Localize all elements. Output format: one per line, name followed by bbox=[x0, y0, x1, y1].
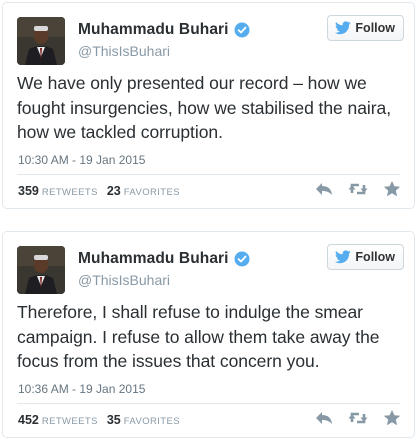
avatar-portrait-image bbox=[17, 246, 65, 294]
author-name[interactable]: Muhammadu Buhari bbox=[78, 250, 229, 268]
twitter-bird-icon bbox=[335, 21, 352, 35]
retweets-label[interactable]: RETWEETS bbox=[42, 187, 98, 198]
author-block: Muhammadu Buhari @ThisIsBuhari bbox=[78, 21, 250, 59]
tweet-timestamp[interactable]: 10:30 AM - 19 Jan 2015 bbox=[18, 153, 145, 167]
tweet-card: Muhammadu Buhari @ThisIsBuhari Follow We… bbox=[2, 2, 415, 209]
retweet-icon[interactable] bbox=[348, 409, 368, 427]
author-name[interactable]: Muhammadu Buhari bbox=[78, 21, 229, 39]
tweet-timestamp[interactable]: 10:36 AM - 19 Jan 2015 bbox=[18, 382, 145, 396]
author-handle[interactable]: @ThisIsBuhari bbox=[78, 43, 250, 59]
favorite-icon[interactable] bbox=[382, 409, 402, 427]
verified-badge-icon bbox=[234, 251, 250, 267]
twitter-bird-icon bbox=[335, 250, 352, 264]
divider bbox=[17, 174, 400, 175]
tweet-stats: 359 RETWEETS 23 FAVORITES bbox=[18, 184, 186, 198]
reply-icon[interactable] bbox=[314, 409, 334, 427]
avatar[interactable] bbox=[17, 246, 65, 294]
verified-badge-icon bbox=[234, 22, 250, 38]
tweet-actions bbox=[314, 180, 402, 198]
avatar-portrait-image bbox=[17, 17, 65, 65]
follow-label: Follow bbox=[355, 250, 395, 264]
follow-button[interactable]: Follow bbox=[327, 15, 404, 41]
author-handle[interactable]: @ThisIsBuhari bbox=[78, 272, 250, 288]
retweet-count[interactable]: 359 bbox=[18, 184, 39, 198]
follow-label: Follow bbox=[355, 21, 395, 35]
favorite-icon[interactable] bbox=[382, 180, 402, 198]
favorite-count[interactable]: 35 bbox=[107, 413, 121, 427]
retweets-label[interactable]: RETWEETS bbox=[42, 416, 98, 427]
retweet-icon[interactable] bbox=[348, 180, 368, 198]
tweet-card: Muhammadu Buhari @ThisIsBuhari Follow Th… bbox=[2, 231, 415, 438]
follow-button[interactable]: Follow bbox=[327, 244, 404, 270]
tweet-stats: 452 RETWEETS 35 FAVORITES bbox=[18, 413, 186, 427]
avatar[interactable] bbox=[17, 17, 65, 65]
favorite-count[interactable]: 23 bbox=[107, 184, 121, 198]
reply-icon[interactable] bbox=[314, 180, 334, 198]
favorites-label[interactable]: FAVORITES bbox=[124, 187, 180, 198]
favorites-label[interactable]: FAVORITES bbox=[124, 416, 180, 427]
retweet-count[interactable]: 452 bbox=[18, 413, 39, 427]
tweet-text: We have only presented our record – how … bbox=[17, 73, 392, 142]
author-block: Muhammadu Buhari @ThisIsBuhari bbox=[78, 250, 250, 288]
tweet-text: Therefore, I shall refuse to indulge the… bbox=[17, 302, 380, 371]
tweet-actions bbox=[314, 409, 402, 427]
divider bbox=[17, 403, 400, 404]
